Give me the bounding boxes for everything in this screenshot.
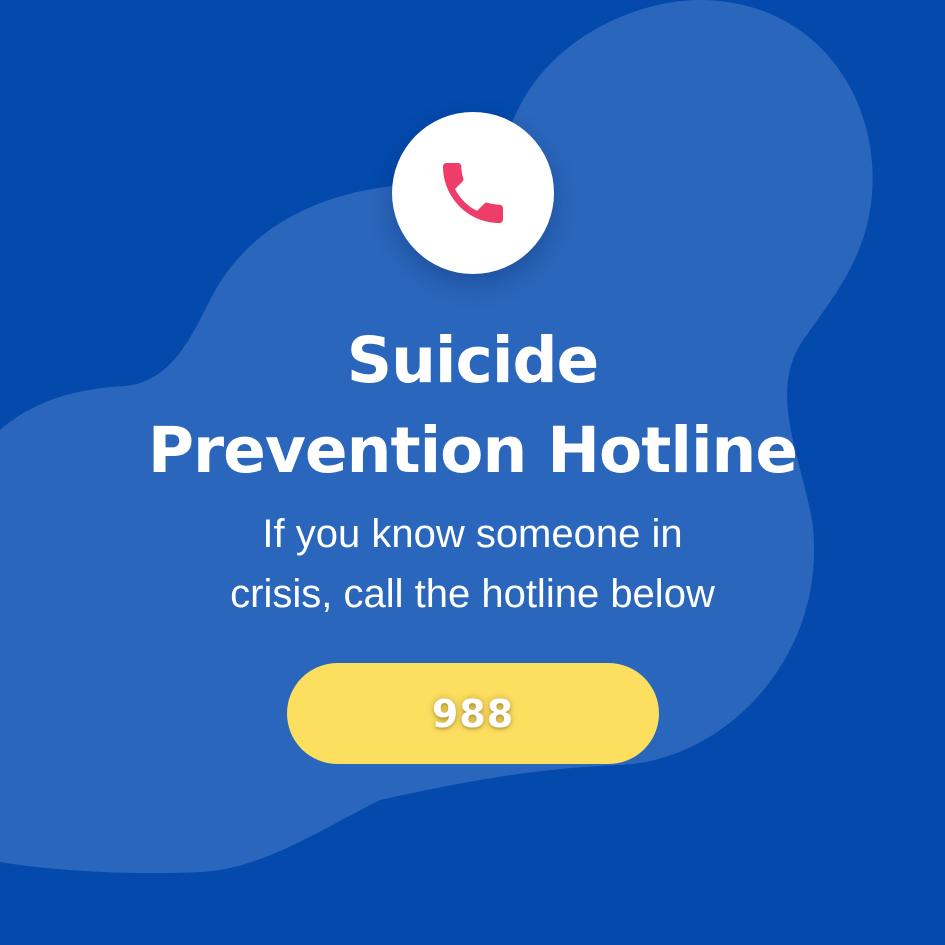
hotline-card: Suicide Prevention Hotline If you know s… [0, 0, 945, 945]
subtitle: If you know someone in crisis, call the … [160, 504, 785, 624]
hotline-number: 988 [431, 691, 515, 736]
hotline-call-button[interactable]: 988 [287, 663, 659, 764]
subtitle-line-2: crisis, call the hotline below [230, 572, 715, 616]
subtitle-line-1: If you know someone in [262, 512, 683, 556]
title-line-2: Prevention Hotline [147, 414, 798, 487]
phone-icon-badge [392, 112, 554, 274]
page-title: Suicide Prevention Hotline [60, 316, 885, 496]
title-line-1: Suicide [346, 324, 600, 397]
phone-icon [443, 163, 503, 223]
